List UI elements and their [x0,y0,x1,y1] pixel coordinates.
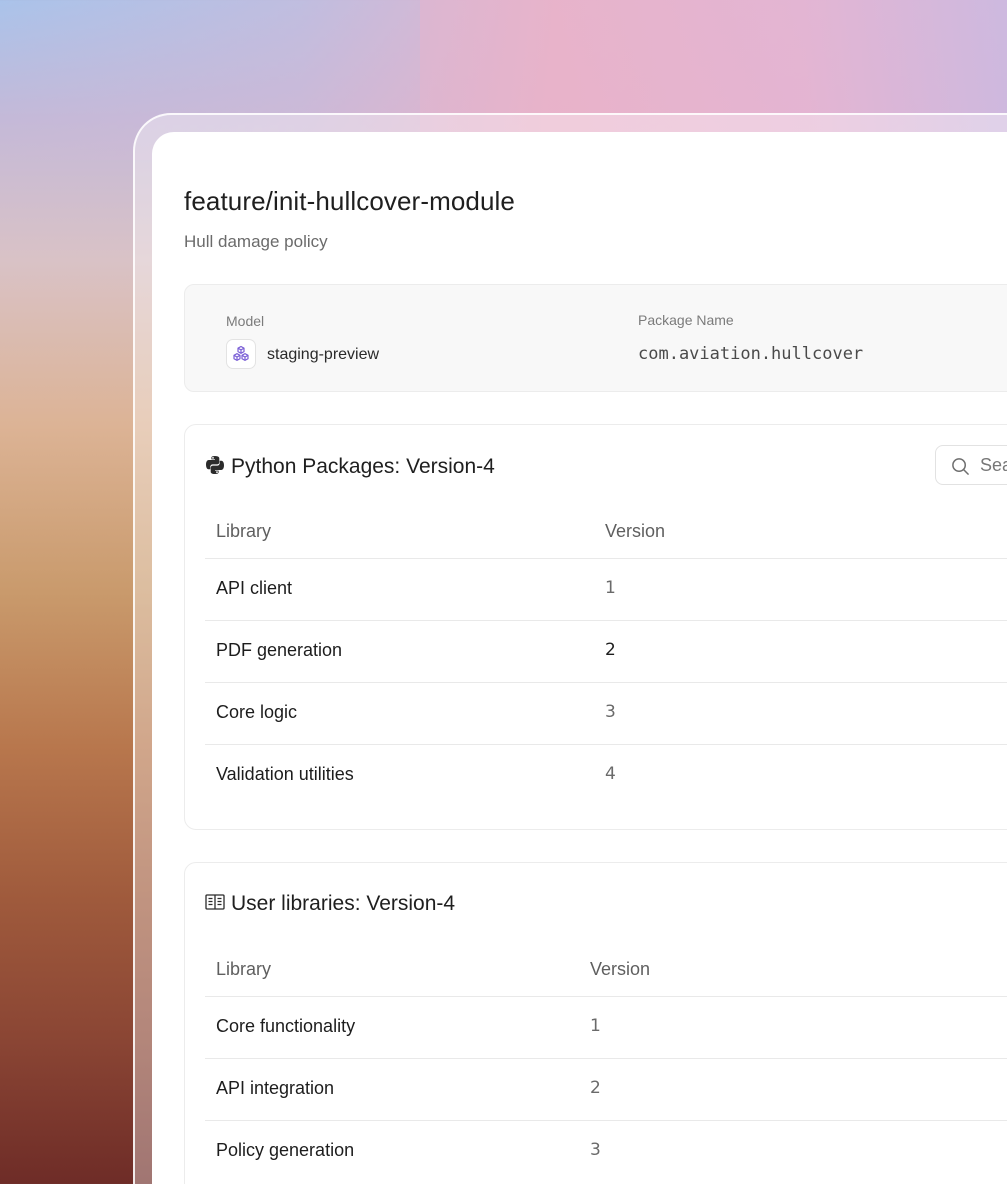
python-packages-section: Python Packages: Version-4 Library Versi… [184,424,1007,830]
page-subtitle: Hull damage policy [184,232,328,251]
table-row: Core functionality 1 [205,997,1007,1059]
search-icon [952,458,969,475]
search-box[interactable] [935,445,1007,485]
table-row: PDF generation 2 [205,621,1007,683]
model-label: Model [226,313,265,329]
search-input[interactable] [980,455,1007,476]
library-cell: Core functionality [216,1016,356,1036]
model-value: staging-preview [267,346,380,363]
user-libraries-title: User libraries: Version-4 [231,892,456,915]
table-row: Core logic 3 [205,683,1007,745]
python-packages-header: Python Packages: Version-4 [205,452,495,482]
deployment-info-card: Model staging-preview Package Name com.a… [184,284,1007,392]
version-column-header: Version [590,959,651,979]
table-header-row: Library Version [205,509,1007,559]
page-title: feature/init-hullcover-module [184,186,515,216]
library-column-header: Library [216,521,272,541]
package-name-label: Package Name [638,312,734,328]
library-cell: API client [216,578,293,598]
version-cell: 3 [605,702,616,722]
library-column-header: Library [216,959,272,979]
table-row: Policy generation 3 [205,1121,1007,1183]
python-icon [205,455,225,480]
version-cell: 2 [590,1078,601,1098]
user-libraries-header: User libraries: Version-4 [205,889,455,919]
package-name-value: com.aviation.hullcover [638,344,864,364]
table-header-row: Library Version [205,947,1007,997]
library-cell: API integration [216,1078,335,1098]
table-row: API client 1 [205,559,1007,621]
cubes-icon [226,339,256,369]
version-cell: 4 [605,764,616,784]
version-column-header: Version [605,521,666,541]
library-cell: Validation utilities [216,764,354,784]
book-icon [205,893,225,916]
python-packages-table: Library Version API client 1 PDF generat… [205,509,1007,807]
user-libraries-section: User libraries: Version-4 Library Versio… [184,862,1007,1184]
version-cell: 1 [605,578,616,598]
version-cell: 1 [590,1016,601,1036]
library-cell: Core logic [216,702,298,722]
table-row: Validation utilities 4 [205,745,1007,807]
version-cell: 2 [605,640,616,660]
python-packages-title: Python Packages: Version-4 [231,455,495,478]
table-row: API integration 2 [205,1059,1007,1121]
version-cell: 3 [590,1140,601,1160]
library-cell: PDF generation [216,640,343,660]
user-libraries-table: Library Version Core functionality 1 API… [205,947,1007,1183]
library-cell: Policy generation [216,1140,355,1160]
